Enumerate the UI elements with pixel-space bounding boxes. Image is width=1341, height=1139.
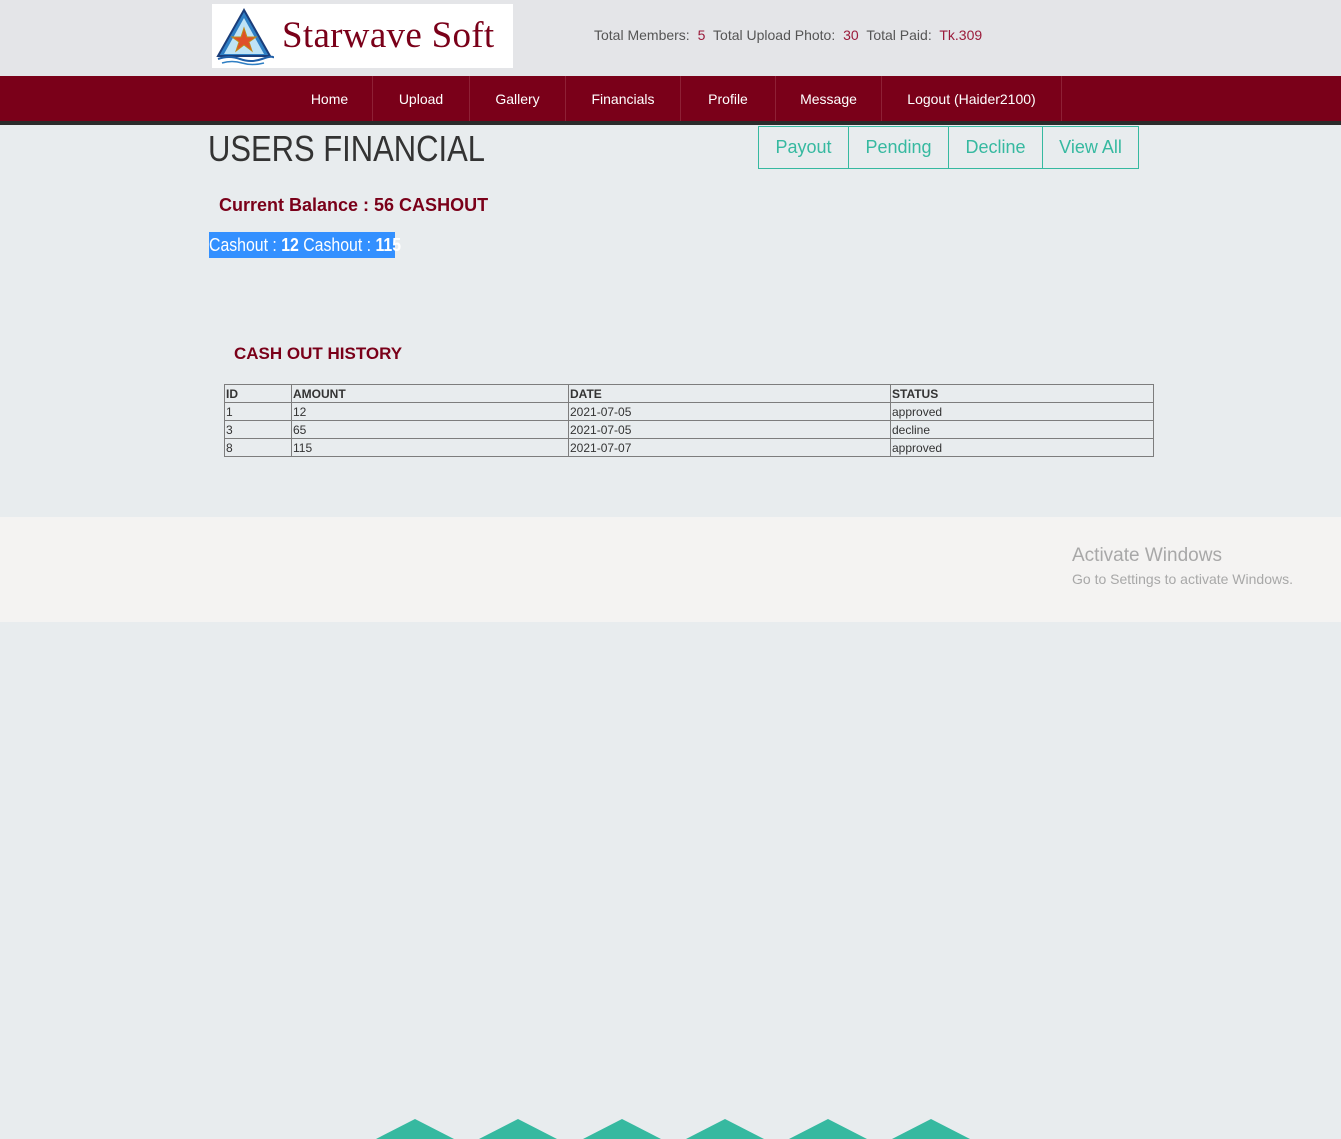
cashout-label: Cashout : <box>303 235 376 255</box>
view-all-button[interactable]: View All <box>1042 126 1139 169</box>
cell-id: 8 <box>224 438 292 457</box>
cashout-label: Cashout : <box>209 235 282 255</box>
activate-windows-watermark: Activate Windows Go to Settings to activ… <box>1072 545 1293 587</box>
main-nav: Home Upload Gallery Financials Profile M… <box>0 76 1341 125</box>
footer-triangle-decoration <box>479 1119 557 1139</box>
pending-button[interactable]: Pending <box>848 126 949 169</box>
nav-upload[interactable]: Upload <box>373 76 470 121</box>
footer-triangle-decoration <box>789 1119 867 1139</box>
paid-label: Total Paid: <box>866 27 932 43</box>
brand-logo[interactable]: Starwave Soft <box>212 4 513 68</box>
members-label: Total Members: <box>594 27 690 43</box>
star-triangle-logo-icon <box>216 7 274 66</box>
members-value: 5 <box>697 27 706 43</box>
paid-value: Tk.309 <box>939 27 983 43</box>
cell-date: 2021-07-07 <box>568 438 891 457</box>
watermark-title: Activate Windows <box>1072 545 1222 566</box>
footer-triangle-decoration <box>376 1119 454 1139</box>
nav-gallery[interactable]: Gallery <box>470 76 566 121</box>
cell-amount: 115 <box>291 438 569 457</box>
footer-triangle-decoration <box>583 1119 661 1139</box>
cell-status: approved <box>890 402 1154 421</box>
nav-message[interactable]: Message <box>776 76 882 121</box>
payout-button[interactable]: Payout <box>758 126 849 169</box>
column-header: ID <box>224 384 292 403</box>
cell-status: approved <box>890 438 1154 457</box>
cell-id: 1 <box>224 402 292 421</box>
column-header: STATUS <box>890 384 1154 403</box>
cashout-history-title: CASH OUT HISTORY <box>234 344 403 363</box>
cell-date: 2021-07-05 <box>568 420 891 439</box>
cell-amount: 12 <box>291 402 569 421</box>
cashout-value: 115 <box>375 235 402 255</box>
cashout-value: 12 <box>281 235 299 255</box>
site-stats: Total Members: 5 Total Upload Photo: 30 … <box>594 27 986 43</box>
nav-profile[interactable]: Profile <box>681 76 776 121</box>
current-balance: Current Balance : 56 CASHOUT <box>219 195 489 215</box>
nav-financials[interactable]: Financials <box>566 76 681 121</box>
cell-id: 3 <box>224 420 292 439</box>
table-row: 1 12 2021-07-05 approved <box>224 402 1154 421</box>
table-row: 3 65 2021-07-05 decline <box>224 420 1154 439</box>
cell-date: 2021-07-05 <box>568 402 891 421</box>
cashout-summary: Cashout : 12 Cashout : 115 <box>209 232 401 258</box>
nav-home[interactable]: Home <box>287 76 373 121</box>
photos-value: 30 <box>843 27 859 43</box>
column-header: DATE <box>568 384 891 403</box>
cell-status: decline <box>890 420 1154 439</box>
footer-triangle-decoration <box>686 1119 764 1139</box>
decline-button[interactable]: Decline <box>948 126 1043 169</box>
cashout-history-table: ID AMOUNT DATE STATUS 1 12 2021-07-05 ap… <box>224 384 1154 457</box>
cell-amount: 65 <box>291 420 569 439</box>
column-header: AMOUNT <box>291 384 569 403</box>
watermark-subtitle: Go to Settings to activate Windows. <box>1072 571 1293 587</box>
top-header: Starwave Soft Total Members: 5 Total Upl… <box>0 0 1341 76</box>
photos-label: Total Upload Photo: <box>713 27 836 43</box>
brand-name: Starwave Soft <box>282 15 495 56</box>
table-header-row: ID AMOUNT DATE STATUS <box>224 384 1154 403</box>
nav-logout[interactable]: Logout (Haider2100) <box>882 76 1062 121</box>
table-row: 8 115 2021-07-07 approved <box>224 438 1154 457</box>
page-title: USERS FINANCIAL <box>208 128 485 169</box>
financial-filter-buttons: Payout Pending Decline View All <box>758 126 1139 169</box>
footer-triangle-decoration <box>892 1119 970 1139</box>
